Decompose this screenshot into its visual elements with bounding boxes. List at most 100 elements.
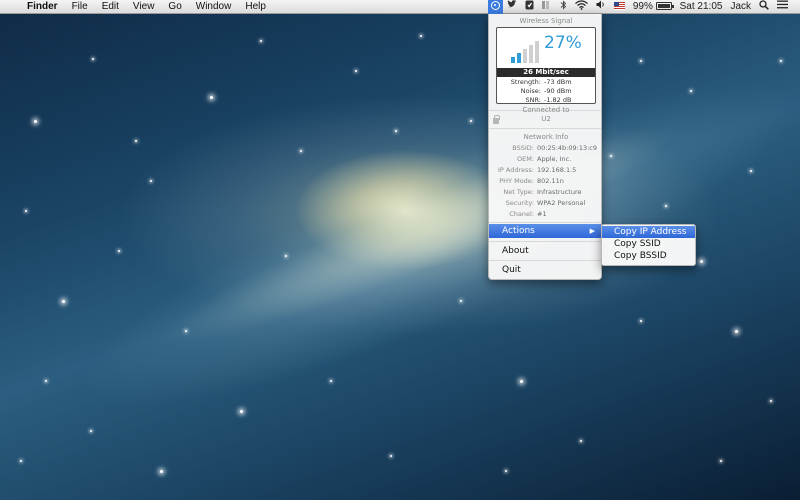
- info-value: 00:25:4b:09:13:c9: [537, 144, 598, 152]
- star: [150, 180, 152, 182]
- menu-window[interactable]: Window: [189, 0, 239, 14]
- star: [300, 150, 302, 152]
- star: [34, 120, 37, 123]
- evernote-icon[interactable]: [521, 0, 538, 14]
- star: [240, 410, 243, 413]
- info-value: 802.11n: [537, 177, 564, 185]
- info-label: OEM:: [516, 155, 534, 163]
- signal-bar: [511, 57, 515, 63]
- star: [780, 60, 782, 62]
- menu-file[interactable]: File: [65, 0, 95, 14]
- network-info-title: Network Info: [523, 133, 569, 141]
- star: [640, 60, 642, 62]
- menu-item-about[interactable]: About: [489, 244, 601, 258]
- signal-bar: [523, 49, 527, 63]
- menu-item-quit[interactable]: Quit: [489, 263, 601, 277]
- wifi-icon[interactable]: [571, 0, 592, 14]
- user-menu[interactable]: Jack: [726, 0, 755, 14]
- signal-section-title: Wireless Signal: [519, 17, 573, 25]
- speed-readout: 26 Mbit/sec: [497, 68, 595, 77]
- star: [330, 380, 332, 382]
- star: [355, 70, 357, 72]
- stat-value: -1.82 dB: [544, 96, 572, 104]
- submenu-item-copy-bssid[interactable]: Copy BSSID: [602, 250, 695, 262]
- info-label: Security:: [505, 199, 534, 207]
- star: [210, 96, 213, 99]
- star: [580, 440, 582, 442]
- notification-list-icon[interactable]: [773, 0, 792, 14]
- star: [92, 58, 94, 60]
- menu-bar: Finder File Edit View Go Window Help 99%…: [0, 0, 800, 14]
- submenu-arrow-icon: ▶: [589, 227, 595, 235]
- signal-bar: [535, 41, 539, 63]
- star: [390, 455, 392, 457]
- menu-view[interactable]: View: [126, 0, 162, 14]
- clock[interactable]: Sat 21:05: [676, 0, 727, 14]
- stat-label: Noise:: [520, 87, 541, 95]
- info-label: Net Type:: [503, 188, 534, 196]
- wifi-signal-status-icon[interactable]: [487, 0, 503, 14]
- star: [640, 320, 642, 322]
- star: [395, 130, 397, 132]
- star: [160, 470, 163, 473]
- ssid-value: U2: [541, 115, 551, 123]
- star: [260, 40, 262, 42]
- menu-item-label: Actions: [502, 226, 535, 236]
- star: [505, 470, 507, 472]
- separator: [489, 128, 601, 129]
- wifi-signal-menu: Wireless Signal 27% 26 Mbit/sec Strength…: [488, 14, 602, 280]
- info-value: #1: [537, 210, 547, 218]
- star: [460, 300, 462, 302]
- info-value: 192.168.1.5: [537, 166, 577, 174]
- star: [690, 90, 692, 92]
- stat-value: -73 dBm: [544, 78, 572, 86]
- star: [735, 330, 738, 333]
- actions-submenu: Copy IP Address Copy SSID Copy BSSID: [601, 224, 696, 266]
- app-menu-finder[interactable]: Finder: [20, 0, 65, 14]
- flag-icon: [613, 1, 625, 10]
- stat-label: Strength:: [510, 78, 541, 86]
- signal-percent: 27%: [544, 33, 582, 53]
- language-flag[interactable]: [610, 0, 629, 14]
- battery-icon: [655, 1, 674, 10]
- battery-percent: 99%: [632, 0, 653, 12]
- star: [720, 460, 722, 462]
- star: [750, 170, 752, 172]
- connected-title: Connected to: [522, 106, 570, 114]
- spotlight-icon[interactable]: [755, 0, 773, 14]
- stat-value: -90 dBm: [544, 87, 572, 95]
- star: [700, 260, 703, 263]
- stat-label: SNR:: [525, 96, 542, 104]
- info-label: BSSID:: [512, 144, 534, 152]
- star: [135, 140, 137, 142]
- menu-edit[interactable]: Edit: [95, 0, 126, 14]
- submenu-item-copy-ssid[interactable]: Copy SSID: [602, 238, 695, 250]
- info-value: Infrastructure: [537, 188, 582, 196]
- star: [285, 255, 287, 257]
- star: [90, 430, 92, 432]
- menu-item-actions[interactable]: Actions ▶: [489, 224, 601, 238]
- submenu-item-copy-ip-address[interactable]: Copy IP Address: [602, 226, 695, 238]
- signal-panel: 27% 26 Mbit/sec Strength: -73 dBm Noise:…: [496, 27, 596, 104]
- info-value: WPA2 Personal: [537, 199, 586, 207]
- battery-status[interactable]: 99%: [629, 0, 676, 14]
- star: [520, 380, 523, 383]
- bluetooth-icon[interactable]: [556, 0, 571, 14]
- star: [45, 380, 47, 382]
- info-label: IP Address:: [498, 166, 534, 174]
- status-area: 99% Sat 21:05 Jack: [487, 0, 800, 14]
- signal-bar: [529, 45, 533, 63]
- star: [25, 210, 27, 212]
- star: [770, 400, 772, 402]
- menu-go[interactable]: Go: [161, 0, 188, 14]
- star: [118, 250, 120, 252]
- star: [420, 35, 422, 37]
- info-label: Chanel:: [509, 210, 534, 218]
- volume-icon[interactable]: [592, 0, 610, 14]
- star: [610, 155, 612, 157]
- star: [20, 460, 22, 462]
- signal-bars-icon: [511, 41, 545, 63]
- stack-icon[interactable]: [538, 0, 556, 14]
- twitter-icon[interactable]: [503, 0, 521, 14]
- menu-help[interactable]: Help: [238, 0, 273, 14]
